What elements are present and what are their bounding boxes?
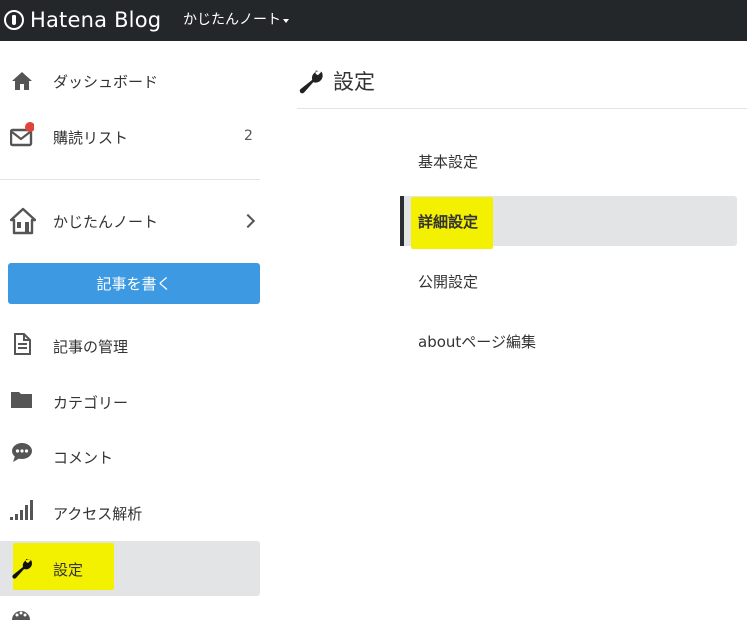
house-blog-icon xyxy=(10,207,36,235)
page-title: 設定 xyxy=(333,70,375,94)
sidebar-divider xyxy=(0,179,260,180)
bar-chart-icon xyxy=(10,500,33,520)
sidebar-item-settings[interactable]: 設定 xyxy=(0,546,270,590)
sidebar-item-manage-posts[interactable]: 記事の管理 xyxy=(0,326,270,366)
home-icon xyxy=(12,72,32,90)
sidebar-item-label: かじたんノート xyxy=(53,213,159,231)
sidebar-item-dashboard[interactable]: ダッシュボード xyxy=(0,61,270,101)
sidebar-item-label: カテゴリー xyxy=(53,394,129,412)
hatena-blog-logo[interactable]: Hatena Blog xyxy=(4,8,161,32)
top-bar: Hatena Blog かじたんノート xyxy=(0,0,747,41)
write-article-button[interactable]: 記事を書く xyxy=(8,263,260,304)
sidebar-item-label: アクセス解析 xyxy=(53,505,143,523)
sidebar-item-blog[interactable]: かじたんノート xyxy=(0,201,270,241)
settings-menu-advanced-label-wrap[interactable]: 詳細設定 xyxy=(400,196,737,246)
chevron-right-icon xyxy=(240,213,256,229)
blog-switcher[interactable]: かじたんノート xyxy=(183,11,289,29)
sidebar-item-subscriptions[interactable]: 購読リスト 2 xyxy=(0,117,270,157)
menu-label: 公開設定 xyxy=(418,272,479,291)
sidebar-item-label: 設定 xyxy=(53,561,84,579)
wrench-icon xyxy=(12,559,33,579)
menu-label: 詳細設定 xyxy=(418,212,479,231)
sidebar-item-label: コメント xyxy=(53,449,114,467)
sidebar-item-comments[interactable]: コメント xyxy=(0,437,270,477)
palette-icon[interactable] xyxy=(10,608,32,620)
sidebar-item-label: 購読リスト xyxy=(53,129,129,147)
wrench-icon xyxy=(299,70,323,94)
sidebar-item-label: ダッシュボード xyxy=(53,73,159,91)
sidebar: ダッシュボード 購読リスト 2 かじたんノート 記事を書く 記事の管理 カテゴリ… xyxy=(0,41,270,620)
sidebar-item-label: 記事の管理 xyxy=(53,338,129,356)
page-header: 設定 xyxy=(297,66,375,96)
menu-label: 基本設定 xyxy=(418,152,479,171)
settings-menu-publish[interactable]: 公開設定 xyxy=(400,256,737,306)
subscription-mail-icon xyxy=(10,122,34,147)
menu-label: aboutページ編集 xyxy=(418,332,536,351)
blog-name: かじたんノート xyxy=(183,12,281,28)
title-divider xyxy=(297,108,747,109)
caret-down-icon xyxy=(283,19,289,23)
sidebar-item-access-analysis[interactable]: アクセス解析 xyxy=(0,493,270,533)
folder-icon xyxy=(11,392,32,408)
logo-text: Hatena Blog xyxy=(30,8,162,32)
settings-menu-about-page[interactable]: aboutページ編集 xyxy=(400,316,737,366)
settings-menu-basic[interactable]: 基本設定 xyxy=(400,136,737,186)
speech-bubble-icon xyxy=(12,443,32,462)
hatena-logo-icon xyxy=(4,10,24,30)
subscription-count: 2 xyxy=(244,128,253,144)
sidebar-item-category[interactable]: カテゴリー xyxy=(0,382,270,422)
document-icon xyxy=(14,333,31,355)
